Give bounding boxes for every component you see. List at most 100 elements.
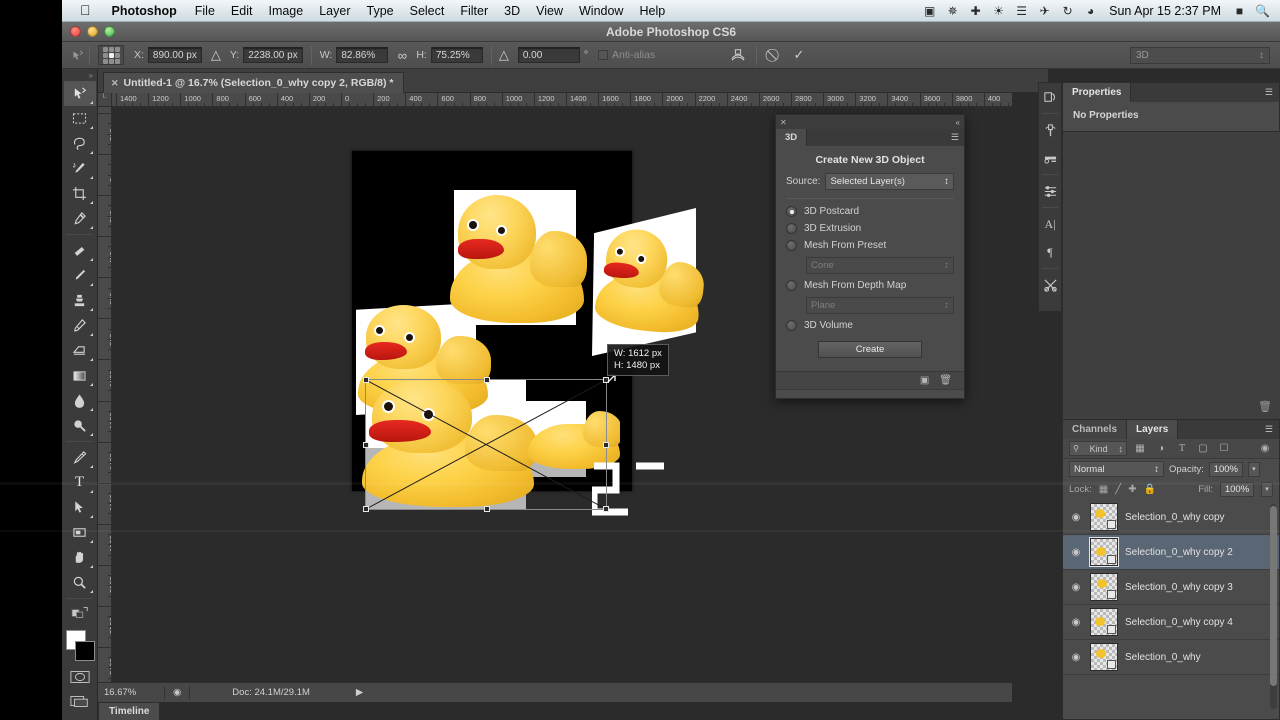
preset-select[interactable]: Cone ↕ [806,257,954,274]
brush-tool[interactable] [64,263,96,288]
layers-scrollbar[interactable] [1270,504,1277,709]
path-selection-tool[interactable] [64,495,96,520]
eye-icon[interactable]: ◉ [1069,582,1083,593]
dropbox-icon[interactable]: ✚ [966,4,985,18]
smartobject-filter-icon[interactable]: ☐ [1216,441,1232,456]
play-arrow-icon[interactable]: ▶ [356,687,363,698]
transform-handle-ml[interactable] [363,442,369,448]
blend-mode-select[interactable]: Normal ↕ [1069,461,1164,477]
3d-panel[interactable]: ✕ « 3D ☰ Create New 3D Object Source: Se… [775,114,965,399]
gradient-tool[interactable] [64,363,96,388]
tool-presets-icon[interactable] [1039,271,1061,299]
sync-icon[interactable]: ↻ [1058,4,1077,18]
source-select[interactable]: Selected Layer(s) ↕ [825,173,954,190]
horizontal-ruler[interactable]: 1400 1200 1000 800 600 400 200 0 200 400 600 800 100… [112,93,1012,107]
type-filter-icon[interactable]: T [1174,441,1190,456]
preview-icon[interactable]: ◉ [173,687,181,698]
layer-row[interactable]: ◉ Selection_0_why copy 4 [1063,605,1279,640]
w-input[interactable]: 82.86% [336,47,389,63]
panel-menu-icon[interactable]: ☰ [946,129,964,146]
delete-icon[interactable]: 🗑 [1258,400,1272,413]
warp-icon[interactable] [729,46,747,64]
hand-tool[interactable] [64,545,96,570]
lasso-tool[interactable] [64,131,96,156]
layer-row[interactable]: ◉ Selection_0_why copy [1063,500,1279,535]
document-canvas[interactable]: W: 1612 px H: 1480 px [352,151,707,516]
radio-3d-postcard[interactable] [786,206,797,217]
pixel-filter-icon[interactable]: ▦ [1132,441,1148,456]
background-color-swatch[interactable] [74,641,95,661]
menu-item-3d[interactable]: 3D [496,2,528,20]
swatches-icon[interactable] [1039,144,1061,172]
layer-thumbnail[interactable] [1090,573,1118,601]
option-3d-extrusion[interactable]: 3D Extrusion [786,223,954,234]
marquee-tool[interactable] [64,106,96,131]
tab-layers[interactable]: Layers [1127,420,1179,439]
commit-icon[interactable]: ✓ [790,46,808,64]
workspace-selector[interactable]: 3D ↕ [1130,46,1270,64]
evernote-icon[interactable]: ✈ [1035,4,1054,18]
wifi-icon[interactable]: ◕ [1081,4,1100,18]
search-icon[interactable]: 🔍 [1253,4,1272,18]
lock-position-icon[interactable]: ✚ [1128,484,1136,495]
layer-thumbnail[interactable] [1089,537,1119,567]
lock-all-icon[interactable]: 🔒 [1144,484,1156,495]
eraser-tool[interactable] [64,338,96,363]
menu-item-window[interactable]: Window [571,2,631,20]
3d-panel-grip[interactable] [776,389,964,398]
menu-clock[interactable]: Sun Apr 15 2:37 PM [1104,4,1226,18]
transform-handle-bc[interactable] [484,506,490,512]
option-mesh-from-depth-map[interactable]: Mesh From Depth Map [786,280,954,291]
free-transform-box[interactable] [363,377,609,512]
filter-toggle-icon[interactable]: ◉ [1257,441,1273,456]
layer-row[interactable]: ◉ Selection_0_why copy 3 [1063,570,1279,605]
battery-icon[interactable]: ■ [1230,4,1249,18]
reference-point-grid[interactable] [98,45,124,65]
layer-list[interactable]: ◉ Selection_0_why copy ◉ Selection_0_why co… [1063,500,1279,719]
radio-3d-extrusion[interactable] [786,223,797,234]
transform-handle-tc[interactable] [484,377,490,383]
layer-thumbnail[interactable] [1090,643,1118,671]
tab-channels[interactable]: Channels [1063,420,1128,439]
antialias-checkbox[interactable] [598,50,609,60]
opacity-stepper[interactable]: ▾ [1247,461,1260,477]
link-icon[interactable]: ∞ [393,46,411,64]
eyedropper-tool[interactable] [64,206,96,231]
close-icon[interactable]: ✕ [111,78,119,89]
clone-stamp-tool[interactable] [64,288,96,313]
character-icon[interactable]: A| [1039,210,1061,238]
shape-tool[interactable] [64,520,96,545]
eye-icon[interactable]: ◉ [1069,547,1083,558]
layer-thumbnail[interactable] [1090,503,1118,531]
x-input[interactable]: 890.00 px [147,47,202,63]
brightness-icon[interactable]: ✵ [943,4,962,18]
layer-row[interactable]: ◉ Selection_0_why [1063,640,1279,675]
quick-selection-tool[interactable] [64,156,96,181]
healing-brush-tool[interactable] [64,238,96,263]
blur-tool[interactable] [64,388,96,413]
lock-transparency-icon[interactable]: ▦ [1099,484,1108,495]
option-3d-volume[interactable]: 3D Volume [786,320,954,331]
color-swatches[interactable] [64,630,96,664]
move-tool[interactable] [63,81,96,106]
ruler-corner[interactable]: L [98,93,112,107]
3d-panel-titlebar[interactable]: ✕ « [776,115,964,129]
delete-icon[interactable]: 🗑 [939,375,952,386]
lock-image-icon[interactable]: ╱ [1115,484,1121,495]
menu-app-name[interactable]: Photoshop [104,2,187,20]
default-colors-icon[interactable] [67,602,93,624]
collapse-icon[interactable]: « [956,118,960,127]
screen-record-icon[interactable]: ▣ [920,4,939,18]
color-icon[interactable] [1039,116,1061,144]
new-3d-layer-icon[interactable]: ▣ [920,375,929,386]
zoom-level[interactable]: 16.67% [104,687,156,698]
layers-scrollbar-thumb[interactable] [1270,506,1277,686]
menu-item-help[interactable]: Help [631,2,673,20]
eye-icon[interactable]: ◉ [1069,652,1083,663]
paragraph-icon[interactable]: ¶ [1039,238,1061,266]
transform-handle-mr[interactable] [603,442,609,448]
radio-3d-volume[interactable] [786,320,797,331]
menu-item-filter[interactable]: Filter [452,2,496,20]
menu-item-view[interactable]: View [528,2,571,20]
y-input[interactable]: 2238.00 px [243,47,303,63]
